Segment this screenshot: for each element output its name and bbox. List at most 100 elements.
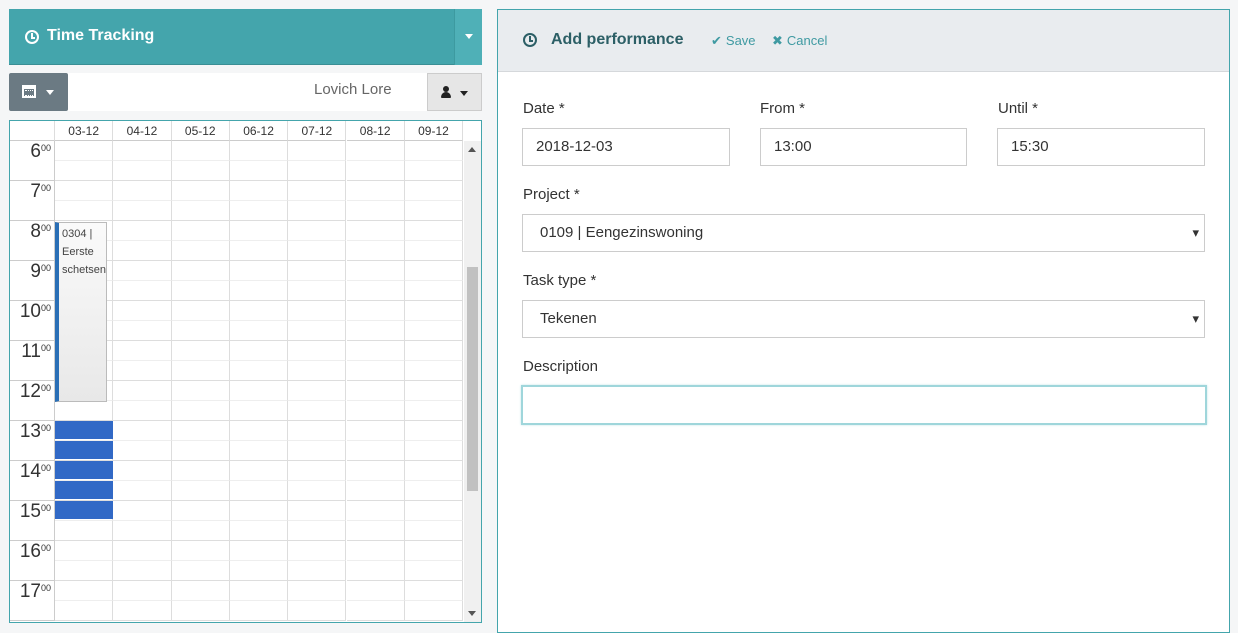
time-slot[interactable]: [229, 401, 289, 421]
calendar-event[interactable]: 0304 | Eerste schetsen: [55, 222, 107, 402]
scroll-up-icon[interactable]: [468, 147, 476, 152]
time-slot[interactable]: [229, 581, 289, 601]
time-slot[interactable]: [346, 281, 405, 301]
time-slot[interactable]: [229, 181, 289, 201]
time-slot[interactable]: [346, 181, 405, 201]
selected-slot[interactable]: [55, 441, 113, 459]
time-slot[interactable]: [113, 301, 172, 321]
time-slot[interactable]: [113, 341, 172, 361]
time-slot[interactable]: [288, 181, 347, 201]
cancel-button[interactable]: ✖ Cancel: [772, 33, 827, 49]
time-slot[interactable]: [171, 441, 230, 461]
selected-slot[interactable]: [55, 461, 113, 479]
time-slot[interactable]: [346, 561, 405, 581]
until-field[interactable]: 15:30: [997, 128, 1205, 166]
time-slot[interactable]: [55, 161, 114, 181]
time-slot[interactable]: [288, 441, 347, 461]
time-slot[interactable]: [288, 561, 347, 581]
time-slot[interactable]: [229, 361, 289, 381]
time-slot[interactable]: [55, 581, 114, 601]
selected-slot[interactable]: [55, 421, 113, 439]
time-slot[interactable]: [288, 361, 347, 381]
time-slot[interactable]: [229, 421, 289, 441]
time-slot[interactable]: [404, 521, 464, 541]
time-slot[interactable]: [288, 141, 347, 161]
time-slot[interactable]: [404, 421, 464, 441]
time-slot[interactable]: [404, 201, 464, 221]
time-slot[interactable]: [288, 161, 347, 181]
time-slot[interactable]: [113, 241, 172, 261]
time-slot[interactable]: [404, 601, 464, 621]
time-slot[interactable]: [404, 441, 464, 461]
time-slot[interactable]: [113, 601, 172, 621]
time-slot[interactable]: [229, 501, 289, 521]
time-slot[interactable]: [404, 281, 464, 301]
header-dropdown-button[interactable]: [454, 9, 482, 65]
time-slot[interactable]: [171, 561, 230, 581]
time-slot[interactable]: [404, 181, 464, 201]
scroll-thumb[interactable]: [467, 267, 478, 491]
time-slot[interactable]: [171, 541, 230, 561]
selected-slot[interactable]: [55, 481, 113, 499]
time-slot[interactable]: [113, 421, 172, 441]
time-slot[interactable]: [229, 561, 289, 581]
time-slot[interactable]: [288, 601, 347, 621]
time-slot[interactable]: [404, 561, 464, 581]
time-slot[interactable]: [346, 441, 405, 461]
time-slot[interactable]: [113, 361, 172, 381]
time-slot[interactable]: [404, 361, 464, 381]
time-slot[interactable]: [288, 461, 347, 481]
time-slot[interactable]: [229, 281, 289, 301]
time-slot[interactable]: [229, 341, 289, 361]
time-slot[interactable]: [346, 401, 405, 421]
time-slot[interactable]: [171, 461, 230, 481]
time-slot[interactable]: [288, 501, 347, 521]
calendar-scrollbar[interactable]: [464, 141, 481, 622]
time-slot[interactable]: [346, 261, 405, 281]
time-slot[interactable]: [229, 461, 289, 481]
time-slot[interactable]: [288, 341, 347, 361]
time-slot[interactable]: [171, 221, 230, 241]
time-slot[interactable]: [171, 401, 230, 421]
time-slot[interactable]: [404, 141, 464, 161]
time-slot[interactable]: [404, 501, 464, 521]
time-slot[interactable]: [229, 381, 289, 401]
time-slot[interactable]: [171, 181, 230, 201]
time-slot[interactable]: [346, 461, 405, 481]
time-slot[interactable]: [288, 321, 347, 341]
time-slot[interactable]: [346, 321, 405, 341]
time-slot[interactable]: [346, 581, 405, 601]
time-slot[interactable]: [288, 481, 347, 501]
time-slot[interactable]: [229, 261, 289, 281]
time-slot[interactable]: [113, 321, 172, 341]
time-slot[interactable]: [229, 321, 289, 341]
time-slot[interactable]: [346, 381, 405, 401]
time-slot[interactable]: [288, 401, 347, 421]
time-slot[interactable]: [113, 461, 172, 481]
time-slot[interactable]: [288, 201, 347, 221]
calendar-view-button[interactable]: [9, 73, 68, 111]
time-slot[interactable]: [288, 381, 347, 401]
time-slot[interactable]: [113, 201, 172, 221]
time-slot[interactable]: [113, 581, 172, 601]
time-slot[interactable]: [113, 521, 172, 541]
time-slot[interactable]: [171, 501, 230, 521]
time-slot[interactable]: [404, 341, 464, 361]
time-slot[interactable]: [171, 161, 230, 181]
time-slot[interactable]: [113, 161, 172, 181]
time-slot[interactable]: [171, 421, 230, 441]
time-slot[interactable]: [171, 341, 230, 361]
time-slot[interactable]: [171, 201, 230, 221]
time-slot[interactable]: [346, 361, 405, 381]
time-slot[interactable]: [55, 141, 114, 161]
week-calendar[interactable]: 03-12 04-12 05-12 06-12 07-12 08-12 09-12 600 7…: [9, 120, 482, 623]
time-slot[interactable]: [404, 481, 464, 501]
time-slot[interactable]: [346, 201, 405, 221]
time-slot[interactable]: [346, 521, 405, 541]
time-slot[interactable]: [229, 521, 289, 541]
time-slot[interactable]: [229, 161, 289, 181]
time-slot[interactable]: [55, 181, 114, 201]
time-slot[interactable]: [346, 601, 405, 621]
time-slot[interactable]: [288, 281, 347, 301]
time-slot[interactable]: [55, 521, 114, 541]
